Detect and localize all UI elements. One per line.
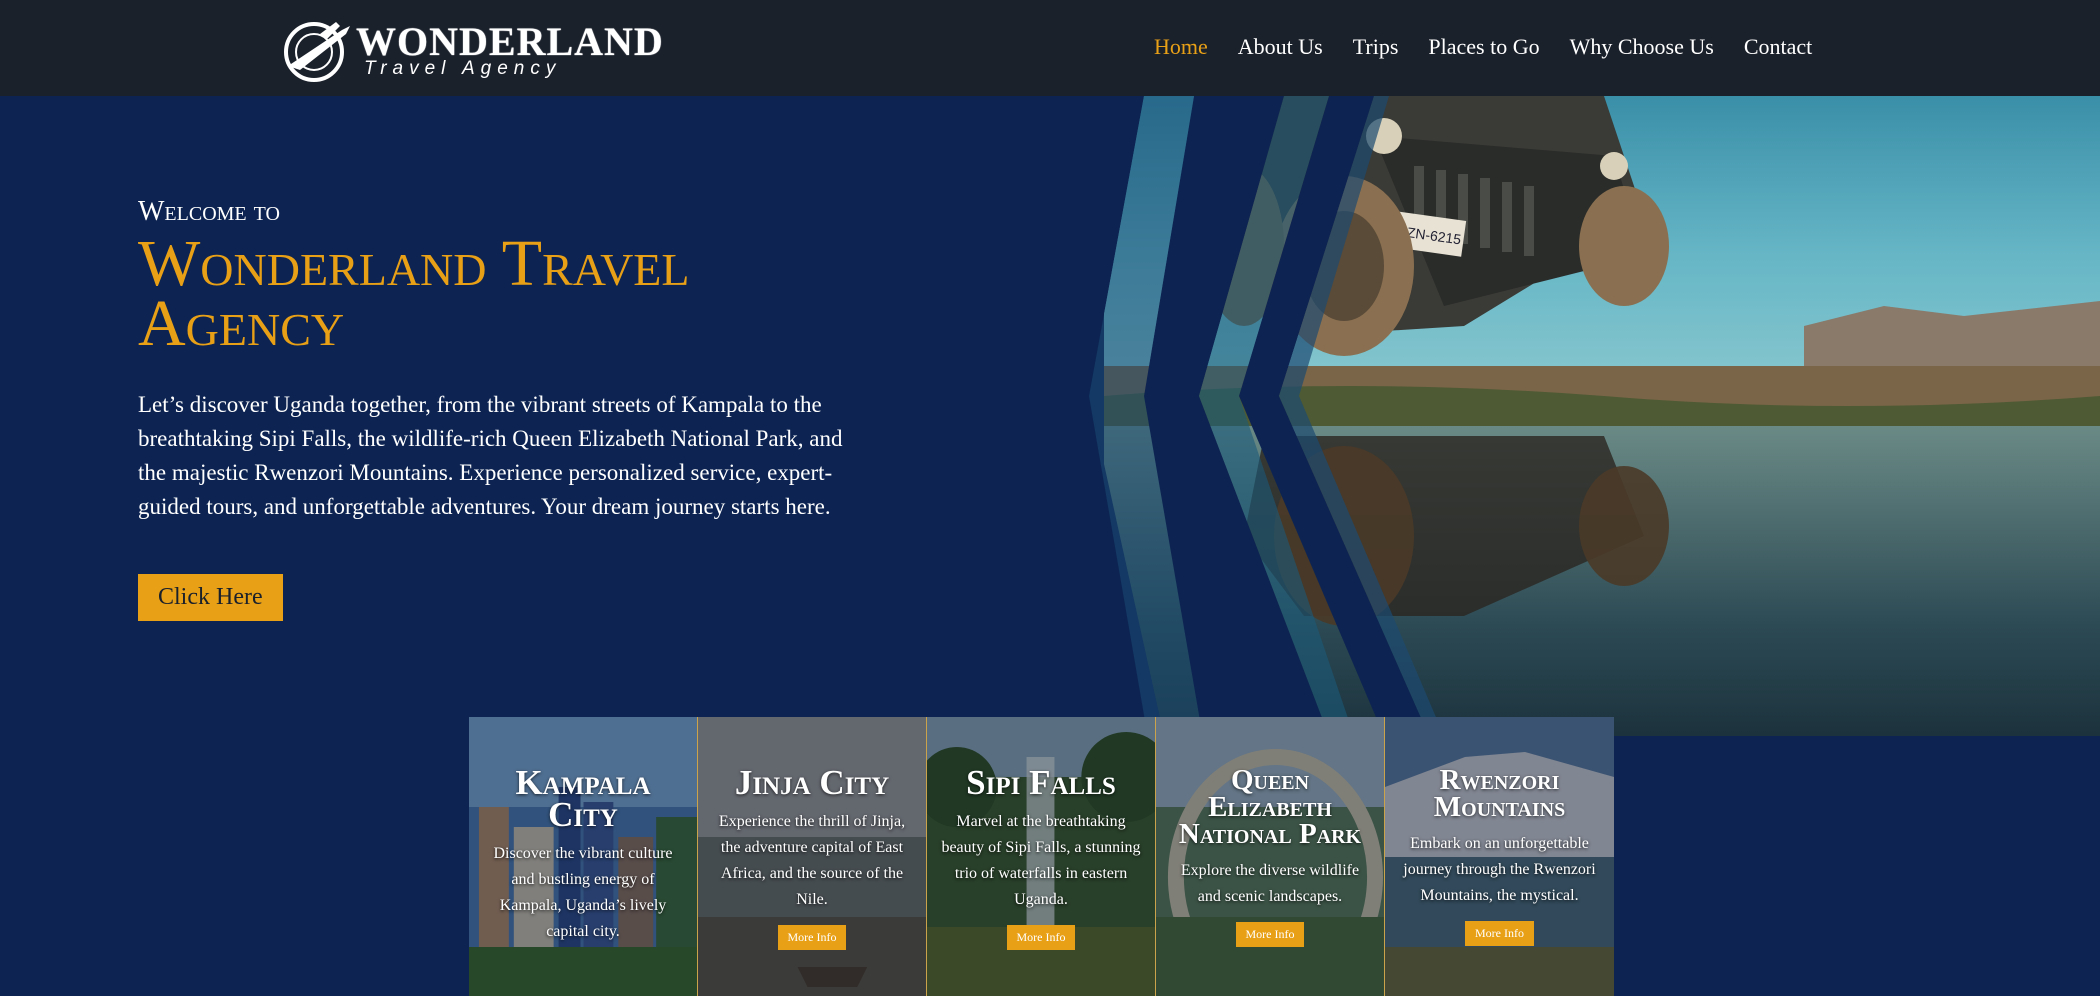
card-sipi-falls[interactable]: Sipi Falls Marvel at the breathtaking be… xyxy=(927,717,1156,996)
plane-globe-logo-icon xyxy=(284,22,350,82)
card-text: Discover the vibrant culture and bustlin… xyxy=(493,845,673,940)
click-here-button[interactable]: Click Here xyxy=(138,574,283,621)
card-title: Sipi Falls xyxy=(966,763,1116,802)
hero-description: Let’s discover Uganda together, from the… xyxy=(138,392,843,519)
hero-welcome: Welcome to xyxy=(138,196,280,227)
card-text: Experience the thrill of Jinja, the adve… xyxy=(718,813,906,908)
destination-cards: Kampala City Discover the vibrant cultur… xyxy=(469,717,1614,996)
card-rwenzori-mountains[interactable]: Rwenzori Mountains Embark on an unforget… xyxy=(1385,717,1614,996)
logo-subtitle: Travel Agency xyxy=(364,58,562,79)
card-text: Explore the diverse wildlife and scenic … xyxy=(1180,862,1360,905)
nav-link-about-us[interactable]: About Us xyxy=(1238,34,1323,60)
card-title: Queen Elizabeth National Park xyxy=(1178,764,1362,850)
card-title: Jinja City xyxy=(734,763,890,802)
nav-link-trips[interactable]: Trips xyxy=(1353,34,1399,60)
card-kampala-city[interactable]: Kampala City Discover the vibrant cultur… xyxy=(469,717,698,996)
top-navbar: WONDERLAND Travel Agency Home About Us T… xyxy=(0,0,2100,96)
card-text: Marvel at the breathtaking beauty of Sip… xyxy=(941,813,1141,908)
card-title: Rwenzori Mountains xyxy=(1433,764,1566,823)
card-queen-elizabeth-national-park[interactable]: Queen Elizabeth National Park Explore th… xyxy=(1156,717,1385,996)
card-title: Kampala City xyxy=(515,763,651,834)
more-info-button[interactable]: More Info xyxy=(1465,921,1534,946)
nav-link-home[interactable]: Home xyxy=(1154,34,1208,60)
nav-link-contact[interactable]: Contact xyxy=(1744,34,1812,60)
card-jinja-city[interactable]: Jinja City Experience the thrill of Jinj… xyxy=(698,717,927,996)
card-text: Embark on an unforgettable journey throu… xyxy=(1403,835,1596,904)
nav-link-places-to-go[interactable]: Places to Go xyxy=(1428,34,1539,60)
site-logo[interactable]: WONDERLAND Travel Agency xyxy=(280,12,663,84)
main-menu: Home About Us Trips Places to Go Why Cho… xyxy=(1154,34,1842,60)
hero-title: Wonderland Travel Agency xyxy=(138,227,690,360)
more-info-button[interactable]: More Info xyxy=(1235,922,1305,947)
hero-text-block: Welcome to Wonderland Travel Agency Let’… xyxy=(138,196,858,621)
more-info-button[interactable]: More Info xyxy=(1006,925,1076,950)
more-info-button[interactable]: More Info xyxy=(777,925,847,950)
nav-link-why-choose-us[interactable]: Why Choose Us xyxy=(1570,34,1714,60)
